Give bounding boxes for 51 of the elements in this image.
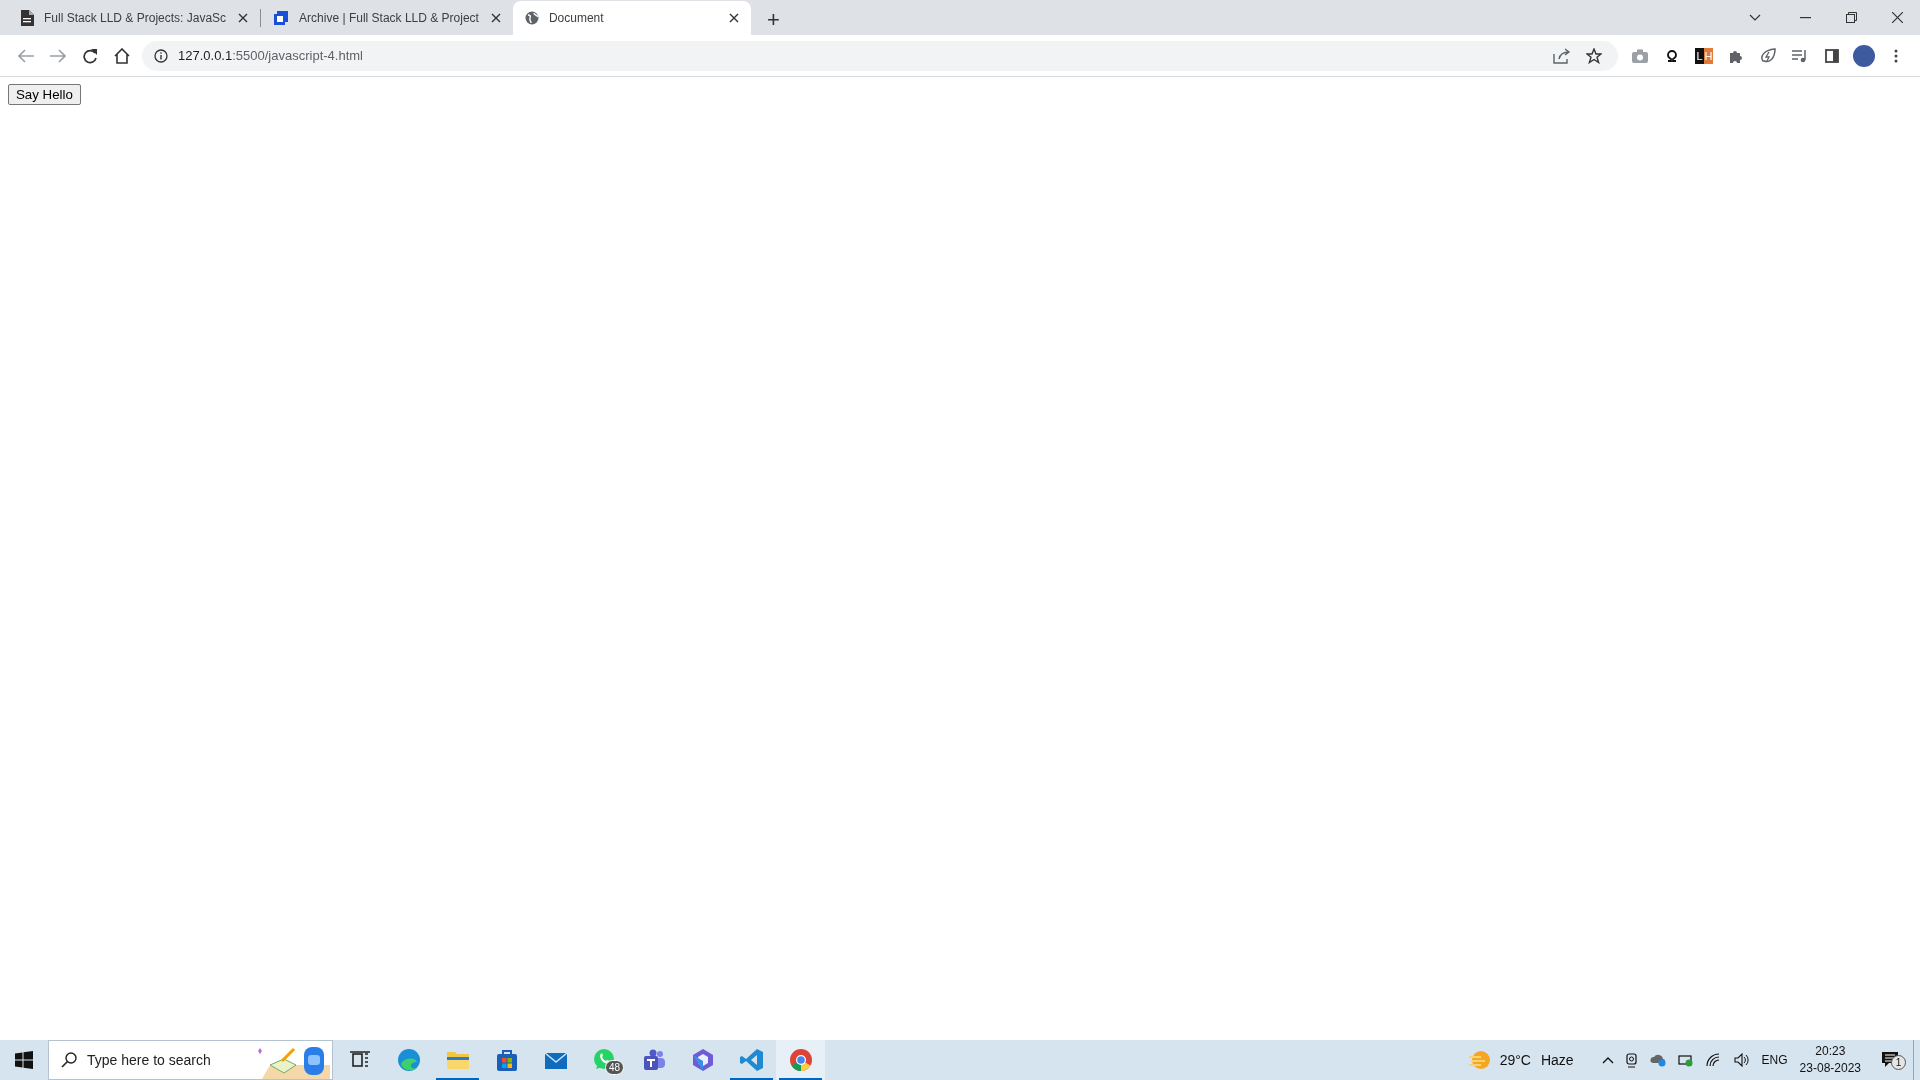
weather-condition: Haze (1540, 1052, 1574, 1068)
minimize-icon[interactable] (1799, 16, 1811, 19)
running-indicator (730, 1078, 773, 1080)
globe-icon (524, 11, 539, 25)
playlist-icon (1792, 48, 1808, 63)
browser-tab[interactable]: Document (512, 1, 751, 35)
temperature-text: 29°C (1499, 1052, 1531, 1068)
running-indicator (436, 1078, 479, 1080)
close-icon[interactable] (1891, 12, 1903, 23)
say-hello-button[interactable]: Say Hello (8, 84, 81, 105)
search-icon (61, 1052, 77, 1068)
webcam-icon (1625, 1052, 1638, 1068)
profile-avatar[interactable] (1853, 44, 1875, 67)
omega-icon (1666, 49, 1678, 62)
info-icon (154, 48, 168, 63)
language-indicator[interactable]: ENG (1761, 1053, 1788, 1067)
cube-icon (273, 10, 290, 26)
chrome-icon[interactable] (787, 1047, 814, 1073)
speaker-icon (1733, 1053, 1750, 1067)
search-field[interactable]: Type here to search (48, 1040, 333, 1080)
share-icon (1553, 47, 1571, 64)
star-icon (1586, 47, 1602, 64)
browser-tab[interactable]: Full Stack LLD & Projects: JavaSc (8, 1, 261, 35)
bolt-leaf-icon (1760, 47, 1776, 64)
notification-count: 1 (1891, 1055, 1906, 1070)
edge-browser-icon[interactable] (395, 1047, 422, 1073)
chevron-down-icon[interactable] (1749, 13, 1761, 22)
browser-tab[interactable]: Archive | Full Stack LLD & Project (261, 1, 513, 35)
active-app-button[interactable] (776, 1040, 825, 1080)
address-bar[interactable]: 127.0.0.1:5500/javascript-4.html (142, 40, 1618, 71)
document-icon (20, 10, 34, 26)
clock[interactable]: 20:23 23-08-2023 (1799, 1043, 1861, 1077)
camera-icon (1632, 48, 1648, 63)
url-text: 127.0.0.1:5500/javascript-4.html (178, 48, 364, 63)
more-icon (1894, 48, 1898, 63)
windows-logo-icon (15, 1051, 33, 1069)
code-editor-icon[interactable] (738, 1047, 765, 1073)
battery-icon (1677, 1053, 1694, 1067)
back-icon (18, 48, 34, 63)
restore-icon[interactable] (1845, 12, 1857, 23)
chevron-up-icon (1601, 1056, 1614, 1064)
reload-icon (82, 47, 98, 64)
sun-haze-icon (1467, 1049, 1490, 1071)
wifi-icon (1705, 1053, 1722, 1067)
home-icon (114, 47, 130, 64)
new-tab-button[interactable]: + (762, 9, 784, 31)
forward-icon (50, 48, 66, 63)
running-indicator (779, 1078, 822, 1080)
cloud-sync-icon (1649, 1053, 1666, 1067)
count-badge: 48 (605, 1060, 625, 1075)
side-panel-icon (1825, 48, 1839, 63)
